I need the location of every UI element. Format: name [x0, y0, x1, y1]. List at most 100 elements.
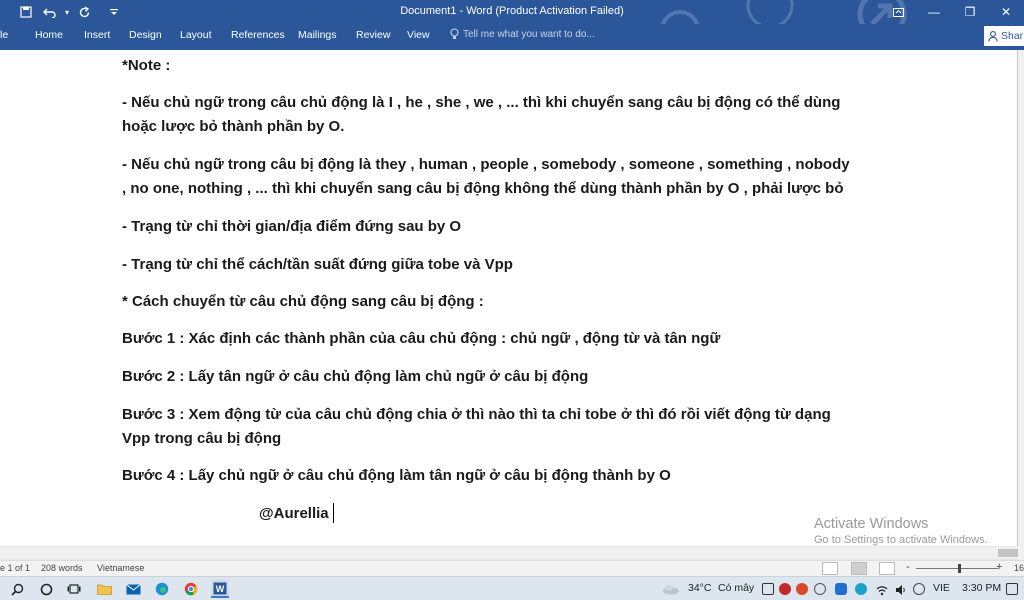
notification-icon[interactable]: [1006, 583, 1018, 595]
tab-design[interactable]: Design: [129, 29, 162, 41]
mail-icon[interactable]: [124, 580, 142, 598]
paragraph-line: Bước 1 : Xác định các thành phần của câu…: [122, 330, 721, 347]
share-label: Shar: [1001, 30, 1024, 42]
app-edge-icon: [0, 0, 14, 24]
wifi-icon[interactable]: [876, 583, 888, 596]
tray-notes-icon[interactable]: [762, 583, 774, 595]
vertical-scrollbar[interactable]: [1018, 50, 1024, 560]
watermark-line2: Go to Settings to activate Windows.: [814, 534, 988, 546]
search-icon[interactable]: [8, 580, 26, 598]
customize-toolbar-icon[interactable]: [102, 0, 126, 24]
web-layout-icon[interactable]: [879, 562, 895, 575]
paragraph-line: Vpp trong câu bị động: [122, 430, 282, 447]
paragraph-line: - Nếu chủ ngữ trong câu bị động là they …: [122, 156, 850, 173]
paragraph-line: - Trạng từ chỉ thể cách/tần suất đứng gi…: [122, 256, 513, 273]
clock[interactable]: 3:30 PM: [962, 582, 1001, 594]
tab-mailings[interactable]: Mailings: [298, 29, 337, 41]
tray-app-icon[interactable]: [779, 583, 791, 595]
tab-insert[interactable]: Insert: [84, 29, 110, 41]
maximize-button[interactable]: ❐: [952, 0, 988, 24]
zoom-slider-knob[interactable]: [958, 564, 961, 573]
tab-layout[interactable]: Layout: [180, 29, 212, 41]
redo-icon[interactable]: [72, 0, 96, 24]
tray-network-icon[interactable]: [913, 583, 925, 595]
paragraph: - Trạng từ chỉ thể cách/tần suất đứng gi…: [122, 253, 912, 277]
input-language[interactable]: VIE: [933, 582, 950, 594]
paragraph-line: - Nếu chủ ngữ trong câu chủ động là I , …: [122, 94, 841, 111]
svg-text:W: W: [216, 584, 225, 594]
text-cursor: [332, 503, 334, 523]
word-icon[interactable]: W: [211, 580, 229, 598]
undo-dropdown-icon[interactable]: ▾: [62, 0, 72, 24]
paragraph-line: Bước 2 : Lấy tân ngữ ở câu chủ động làm …: [122, 368, 589, 385]
activate-windows-watermark: Activate Windows Go to Settings to activ…: [814, 516, 988, 546]
minimize-button[interactable]: —: [916, 0, 952, 24]
share-button[interactable]: Shar: [984, 26, 1024, 46]
weather-description[interactable]: Có mây: [718, 582, 754, 594]
note-heading: *Note :: [122, 54, 912, 78]
zoom-in-button[interactable]: +: [996, 561, 1002, 573]
paragraph-line: , no one, nothing , ... thì khi chuyển s…: [122, 180, 844, 197]
print-layout-icon[interactable]: [851, 562, 867, 575]
title-bar: ▾ Document1 - Word (Product Activation F…: [0, 0, 1024, 50]
lightbulb-icon: [450, 28, 459, 39]
window-controls: — ❐ ✕: [880, 0, 1024, 24]
tray-sync-icon[interactable]: [855, 583, 867, 595]
quick-access-toolbar: ▾: [0, 0, 126, 24]
cortana-icon[interactable]: [37, 580, 55, 598]
word-count[interactable]: 208 words: [41, 563, 83, 573]
paragraph: Bước 3 : Xem động từ của câu chủ động ch…: [122, 403, 912, 451]
close-button[interactable]: ✕: [988, 0, 1024, 24]
bluetooth-icon[interactable]: [835, 583, 847, 595]
language-indicator[interactable]: Vietnamese: [97, 563, 144, 573]
paragraph: - Trạng từ chỉ thời gian/địa điểm đứng s…: [122, 215, 912, 239]
read-mode-icon[interactable]: [822, 562, 838, 575]
page-count[interactable]: e 1 of 1: [0, 563, 30, 573]
paragraph: Bước 1 : Xác định các thành phần của câu…: [122, 327, 912, 351]
document-area: *Note : - Nếu chủ ngữ trong câu chủ động…: [0, 50, 1024, 560]
paragraph: - Nếu chủ ngữ trong câu bị động là they …: [122, 153, 912, 201]
person-icon: [988, 30, 998, 42]
watermark-line1: Activate Windows: [814, 516, 929, 532]
tray-settings-icon[interactable]: [814, 583, 826, 595]
paragraph-line: hoặc lược bỏ thành phần by O.: [122, 118, 345, 135]
tab-review[interactable]: Review: [356, 29, 390, 41]
zoom-slider[interactable]: [916, 568, 998, 569]
ribbon-display-icon[interactable]: [880, 0, 916, 24]
edge-icon[interactable]: [153, 580, 171, 598]
paragraph: Bước 4 : Lấy chủ ngữ ở câu chủ động làm …: [122, 464, 912, 488]
taskbar: W 34°C Có mây VIE 3:30 PM: [0, 576, 1024, 600]
tell-me-placeholder: Tell me what you want to do...: [463, 28, 595, 40]
file-explorer-icon[interactable]: [95, 580, 113, 598]
paragraph: Bước 2 : Lấy tân ngữ ở câu chủ động làm …: [122, 365, 912, 389]
paragraph-line: - Trạng từ chỉ thời gian/địa điểm đứng s…: [122, 218, 462, 235]
document-page[interactable]: *Note : - Nếu chủ ngữ trong câu chủ động…: [0, 50, 1018, 546]
tray-antivirus-icon[interactable]: [796, 583, 808, 595]
tell-me-search[interactable]: Tell me what you want to do...: [450, 28, 595, 40]
paragraph-line: Bước 4 : Lấy chủ ngữ ở câu chủ động làm …: [122, 467, 671, 484]
paragraph-line: Bước 3 : Xem động từ của câu chủ động ch…: [122, 406, 831, 423]
weather-icon: [662, 580, 680, 598]
zoom-out-button[interactable]: -: [906, 561, 910, 573]
tab-view[interactable]: View: [407, 29, 430, 41]
task-view-icon[interactable]: [65, 580, 83, 598]
volume-icon[interactable]: [895, 583, 907, 595]
status-bar: e 1 of 1 208 words Vietnamese - + 16: [0, 560, 1024, 576]
tab-home[interactable]: Home: [35, 29, 63, 41]
paragraph-line: * Cách chuyển từ câu chủ động sang câu b…: [122, 293, 484, 310]
scrollbar-thumb[interactable]: [998, 549, 1018, 557]
weather-temperature[interactable]: 34°C: [688, 582, 711, 594]
tab-references[interactable]: References: [231, 29, 285, 41]
horizontal-scrollbar[interactable]: [0, 547, 1018, 559]
paragraph: - Nếu chủ ngữ trong câu chủ động là I , …: [122, 91, 912, 139]
chrome-icon[interactable]: [182, 580, 200, 598]
save-icon[interactable]: [14, 0, 38, 24]
ribbon-tabs: le Home Insert Design Layout References …: [0, 24, 1024, 50]
tab-file[interactable]: le: [0, 29, 8, 41]
paragraph: * Cách chuyển từ câu chủ động sang câu b…: [122, 290, 912, 314]
signature: @Aurellia: [259, 503, 334, 523]
signature-text: @Aurellia: [259, 504, 329, 522]
paragraph-line: *Note :: [122, 57, 171, 74]
undo-icon[interactable]: [38, 0, 62, 24]
zoom-level[interactable]: 16: [1014, 563, 1024, 573]
